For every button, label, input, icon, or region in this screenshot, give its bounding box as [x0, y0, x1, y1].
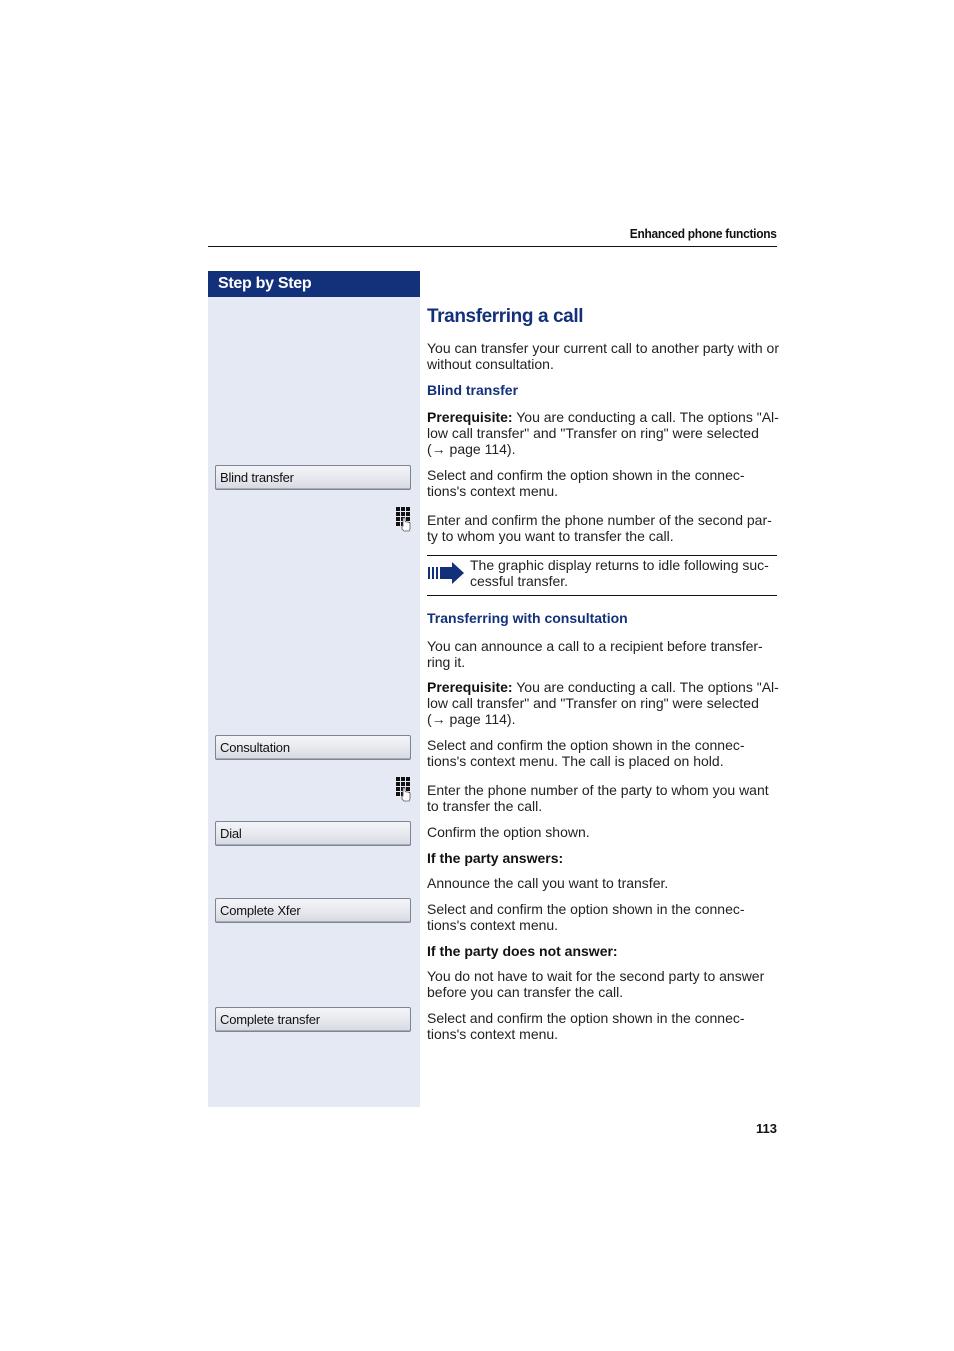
complete-xfer-softkey[interactable]: Complete Xfer — [215, 898, 411, 923]
keypad-icon — [396, 777, 411, 802]
blind-step-enter-number: Enter and confirm the phone number of th… — [427, 512, 772, 544]
page-title: Transferring a call — [427, 306, 584, 327]
complete-transfer-softkey[interactable]: Complete transfer — [215, 1007, 411, 1032]
blind-prerequisite: Prerequisite: You are conducting a call.… — [427, 409, 779, 457]
step-by-step-sidebar: Step by Step Blind transfer Consultation… — [208, 271, 420, 1107]
sidebar-title: Step by Step — [208, 271, 420, 297]
note-top-rule — [427, 555, 777, 556]
blind-step-select: Select and confirm the option shown in t… — [427, 467, 745, 499]
consultation-softkey[interactable]: Consultation — [215, 735, 411, 760]
party-no-answer-heading: If the party does not answer: — [427, 943, 618, 959]
prerequisite-label: Prerequisite: — [427, 679, 513, 695]
blind-transfer-softkey[interactable]: Blind transfer — [215, 465, 411, 490]
consultation-intro: You can announce a call to a recipient b… — [427, 638, 763, 670]
page-number: 113 — [756, 1121, 777, 1136]
consultation-heading: Transferring with consultation — [427, 610, 628, 626]
party-no-answer-info: You do not have to wait for the second p… — [427, 968, 765, 1000]
intro-text: You can transfer your current call to an… — [427, 340, 779, 372]
note-text: The graphic display returns to idle foll… — [470, 557, 769, 589]
keypad-icon — [396, 507, 411, 532]
note-arrow-icon — [428, 562, 464, 584]
blind-transfer-heading: Blind transfer — [427, 382, 519, 398]
consultation-prerequisite: Prerequisite: You are conducting a call.… — [427, 679, 779, 727]
party-answers-heading: If the party answers: — [427, 850, 564, 866]
consultation-step-confirm: Confirm the option shown. — [427, 824, 590, 840]
prerequisite-label: Prerequisite: — [427, 409, 513, 425]
consultation-step-select: Select and confirm the option shown in t… — [427, 737, 745, 769]
note-bottom-rule — [427, 595, 777, 596]
dial-softkey[interactable]: Dial — [215, 821, 411, 846]
party-no-answer-step-select: Select and confirm the option shown in t… — [427, 1010, 745, 1042]
party-answers-step-announce: Announce the call you want to transfer. — [427, 875, 669, 891]
party-answers-step-select: Select and confirm the option shown in t… — [427, 901, 745, 933]
consultation-step-enter-number: Enter the phone number of the party to w… — [427, 782, 769, 814]
header-divider — [208, 246, 777, 247]
section-title: Enhanced phone functions — [630, 226, 777, 241]
